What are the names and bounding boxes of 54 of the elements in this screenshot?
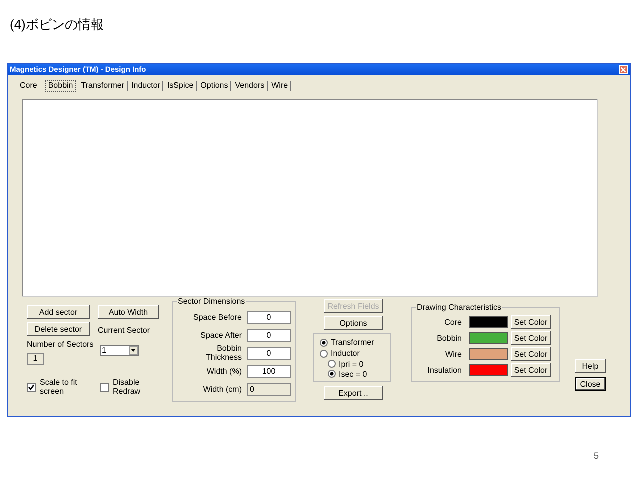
number-of-sectors-label: Number of Sectors <box>27 339 93 350</box>
radio-button[interactable] <box>320 350 328 358</box>
radio-button[interactable] <box>328 370 336 378</box>
slide-title: (4)ボビンの情報 <box>9 16 105 34</box>
current-sector-select[interactable]: 1 <box>100 345 139 356</box>
tab[interactable]: Transformer <box>79 81 128 91</box>
field-label: Bobbin Thickness <box>204 344 242 362</box>
tab[interactable]: Wire <box>270 81 292 91</box>
radio-button[interactable] <box>328 360 336 368</box>
close-icon[interactable] <box>619 65 628 74</box>
checkbox[interactable] <box>27 382 36 392</box>
dropdown-arrow-icon[interactable] <box>129 346 138 355</box>
input-field[interactable]: 0 <box>247 310 291 324</box>
field-label: Width (%) <box>206 366 242 376</box>
tab[interactable]: Options <box>198 81 232 91</box>
set-color-button[interactable]: Set Color <box>511 363 551 377</box>
input-field[interactable]: 0 <box>247 346 291 360</box>
tab[interactable]: Vendors <box>233 81 268 91</box>
tab[interactable]: IsSpice <box>165 81 197 91</box>
export-button[interactable]: Export .. <box>324 386 383 400</box>
group-title: Drawing Characteristics <box>416 303 502 312</box>
set-color-button[interactable]: Set Color <box>511 315 551 329</box>
checkbox-label: Scale to fit screen <box>40 378 78 396</box>
options-button[interactable]: Options <box>324 316 383 330</box>
auto-width-button[interactable]: Auto Width <box>98 305 159 319</box>
radio-label: Inductor <box>331 349 360 358</box>
radio-label: Transformer <box>331 338 374 347</box>
group-title: Sector Dimensions <box>177 297 246 306</box>
add-sector-button[interactable]: Add sector <box>27 305 90 319</box>
field-label: Space After <box>200 330 242 340</box>
input-field[interactable]: 0 <box>247 328 291 342</box>
tab[interactable]: Bobbin <box>45 80 76 92</box>
field-label: Width (cm) <box>202 384 242 394</box>
checkbox-label: Disable Redraw <box>113 378 142 396</box>
help-button[interactable]: Help <box>575 359 606 373</box>
current-sector-label: Current Sector <box>98 325 152 336</box>
delete-sector-button[interactable]: Delete sector <box>27 322 90 336</box>
tab[interactable]: Core <box>18 81 40 91</box>
close-button[interactable]: Close <box>575 377 606 391</box>
color-label: Bobbin <box>436 334 462 342</box>
radio-label: Ipri = 0 <box>339 360 364 368</box>
field-label: Space Before <box>192 312 242 322</box>
color-label: Wire <box>444 350 462 358</box>
tab[interactable]: Inductor <box>130 81 164 91</box>
set-color-button[interactable]: Set Color <box>511 347 551 361</box>
input-field[interactable]: 100 <box>247 364 291 378</box>
page-number: 5 <box>594 451 600 461</box>
radio-label: Isec = 0 <box>339 370 368 378</box>
number-of-sectors-field: 1 <box>27 353 44 365</box>
color-label: Insulation <box>426 366 462 374</box>
checkbox[interactable] <box>100 382 109 392</box>
set-color-button[interactable]: Set Color <box>511 331 551 345</box>
radio-button[interactable] <box>320 338 328 346</box>
color-label: Core <box>444 318 462 326</box>
